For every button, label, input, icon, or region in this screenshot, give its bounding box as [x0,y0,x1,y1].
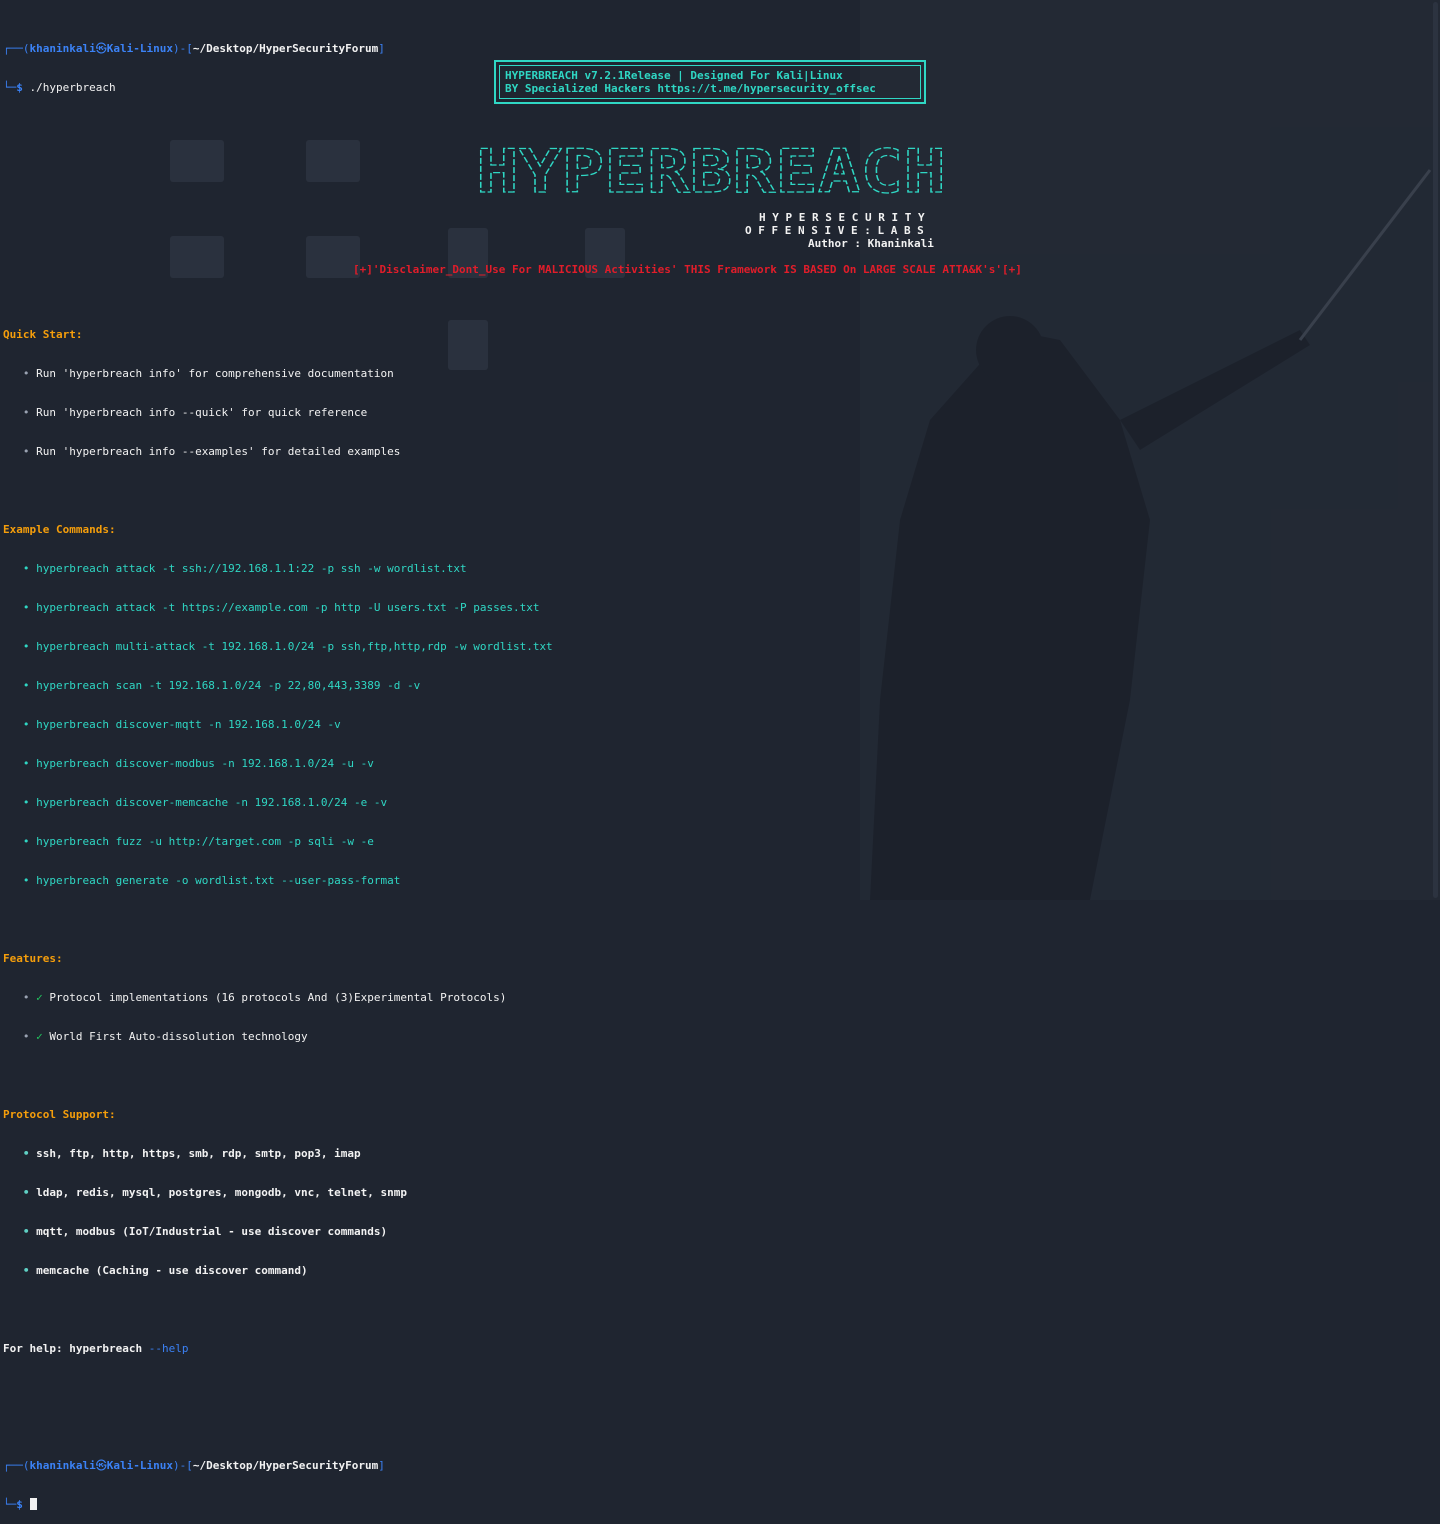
list-item: • hyperbreach discover-modbus -n 192.168… [22,757,374,770]
prompt-host: Kali-Linux [106,1459,173,1472]
entered-command: ./hyperbreach [29,81,116,94]
prompt-user: khaninkali [29,1459,96,1472]
list-item: • hyperbreach fuzz -u http://target.com … [22,835,374,848]
list-item: • Run 'hyperbreach info' for comprehensi… [22,367,394,380]
disclaimer-text: [+]'Disclaimer_Dont_Use For MALICIOUS Ac… [353,263,1022,276]
banner-line-2: BY Specialized Hackers https://t.me/hype… [505,82,876,95]
list-item: • hyperbreach attack -t ssh://192.168.1.… [22,562,467,575]
terminal-scrollbar[interactable] [1433,2,1438,898]
check-icon: ✓ [36,991,43,1004]
list-item: • hyperbreach generate -o wordlist.txt -… [22,874,401,887]
list-item: • ✓ Protocol implementations (16 protoco… [22,991,507,1004]
prompt-host: Kali-Linux [106,42,173,55]
active-command-line[interactable]: └─$ [3,1498,1423,1511]
labs-line-1: H Y P E R S E C U R I T Y [759,211,925,224]
list-item: • ✓ World First Auto-dissolution technol… [22,1030,308,1043]
author-line: Author : Khaninkali [808,237,934,250]
labs-line-2: O F F E N S I V E : L A B S [745,224,924,237]
help-hint: For help: hyperbreach --help [3,1342,189,1355]
prompt-user: khaninkali [29,42,96,55]
version-banner: HYPERBREACH v7.2.1Release | Designed For… [494,60,926,104]
features-heading: Features: [3,952,63,965]
list-item: • ssh, ftp, http, https, smb, rdp, smtp,… [22,1147,361,1160]
banner-line-1: HYPERBREACH v7.2.1Release | Designed For… [505,69,843,82]
prompt-symbol: $ [16,81,23,94]
list-item: • hyperbreach discover-memcache -n 192.1… [22,796,388,809]
list-item: • hyperbreach scan -t 192.168.1.0/24 -p … [22,679,421,692]
hyperbreach-ascii-logo: HYPERBREACH HYPERBREACH [472,136,950,207]
text-cursor[interactable] [29,1498,37,1510]
list-item: • hyperbreach attack -t https://example.… [22,601,540,614]
help-output: Quick Start: • Run 'hyperbreach info' fo… [3,302,1423,1524]
quick-start-heading: Quick Start: [3,328,83,341]
prompt-line: ┌──(khaninkali㉿Kali-Linux)-[~/Desktop/Hy… [3,42,385,55]
prompt-line: ┌──(khaninkali㉿Kali-Linux)-[~/Desktop/Hy… [3,1459,385,1472]
list-item: • ldap, redis, mysql, postgres, mongodb,… [22,1186,407,1199]
list-item: • hyperbreach discover-mqtt -n 192.168.1… [22,718,341,731]
check-icon: ✓ [36,1030,43,1043]
svg-text:HYPERBREACH: HYPERBREACH [476,138,946,200]
list-item: • hyperbreach multi-attack -t 192.168.1.… [22,640,553,653]
list-item: • mqtt, modbus (IoT/Industrial - use dis… [22,1225,388,1238]
protocol-support-heading: Protocol Support: [3,1108,116,1121]
list-item: • memcache (Caching - use discover comma… [22,1264,308,1277]
example-commands-heading: Example Commands: [3,523,116,536]
prompt-path: ~/Desktop/HyperSecurityForum [192,42,379,55]
prompt-at-symbol: ㉿ [95,42,107,55]
prompt-path: ~/Desktop/HyperSecurityForum [192,1459,379,1472]
logo-text: HYPERBREACH [472,138,473,139]
list-item: • Run 'hyperbreach info --examples' for … [22,445,401,458]
list-item: • Run 'hyperbreach info --quick' for qui… [22,406,368,419]
